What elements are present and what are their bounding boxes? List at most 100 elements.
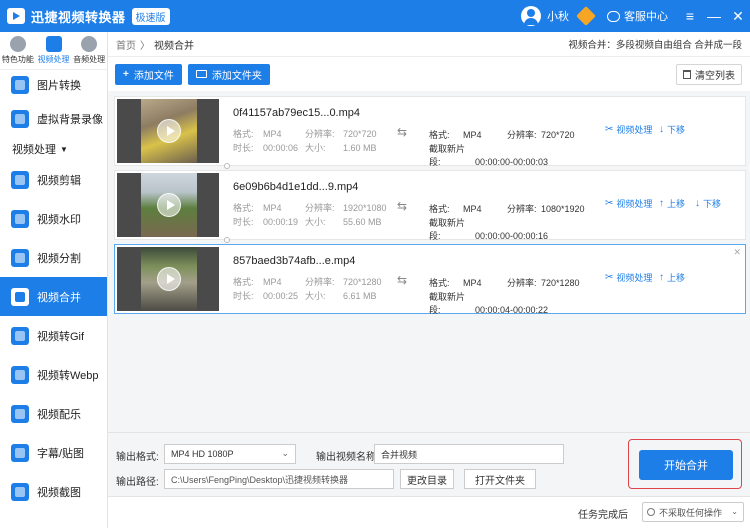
clip-range: 截取新片段: 00:00:00-00:00:16 [429, 216, 548, 242]
edition-badge: 极速版 [131, 7, 170, 25]
file-item[interactable]: 0f41157ab79ec15...0.mp4 格式: MP4 分辨率: 720*7… [114, 96, 746, 167]
sidebar-item-label: 视频转Gif [37, 330, 85, 343]
sidebar-item-to-gif[interactable]: 视频转Gif [0, 316, 107, 355]
after-task-label: 任务完成后 [578, 510, 628, 521]
arrow-up-icon: ↑ [659, 272, 664, 283]
scissors-icon [11, 170, 29, 189]
sidebar-item-label: 字幕/贴图 [37, 447, 85, 460]
change-directory-button[interactable]: 更改目录 [400, 469, 454, 489]
output-resolution-value: 1080*1920 [541, 204, 585, 214]
video-thumbnail[interactable] [117, 99, 219, 163]
output-name-input[interactable]: 合并视频 [374, 444, 564, 464]
close-icon[interactable]: ✕ [726, 0, 750, 32]
arrow-down-icon: ↓ [695, 198, 700, 209]
minimize-icon[interactable]: — [702, 0, 726, 32]
clip-range: 截取新片段: 00:00:04-00:00:22 [429, 290, 548, 316]
folder-icon [195, 70, 207, 78]
source-size-value: 6.61 MB [343, 291, 377, 301]
move-down-button[interactable]: ↓ 下移 [659, 123, 685, 136]
image-icon [11, 75, 29, 94]
source-duration-value: 00:00:06 [263, 143, 299, 153]
breadcrumb-separator: 〉 [140, 40, 150, 52]
sidebar-item-video-edit[interactable]: 视频剪辑 [0, 160, 107, 199]
sidebar-item-screenshot[interactable]: 视频截图 [0, 472, 107, 511]
sidebar-item-music[interactable]: 视频配乐 [0, 394, 107, 433]
play-icon[interactable] [157, 193, 181, 217]
username[interactable]: 小秋 [547, 8, 569, 24]
sidebar-item-subtitles[interactable]: 字幕/贴图 [0, 433, 107, 472]
video-process-button[interactable]: ✂ 视频处理 [605, 271, 652, 284]
resolution-label: 分辨率: [305, 277, 335, 287]
vip-icon[interactable] [576, 6, 596, 26]
source-format: 格式: MP4 [233, 201, 282, 214]
clear-list-label: 清空列表 [695, 70, 735, 82]
format-label: 格式: [233, 277, 254, 287]
sidebar-item-merge[interactable]: 视频合并 [0, 277, 107, 316]
sidebar-item-to-webp[interactable]: 视频转Webp [0, 355, 107, 394]
file-item[interactable]: 857baed3b74afb...e.mp4 格式: MP4 分辨率: 720*12… [114, 244, 746, 316]
user-avatar-icon[interactable] [521, 6, 541, 26]
resolution-label: 分辨率: [305, 129, 335, 139]
source-size-value: 1.60 MB [343, 143, 377, 153]
remove-item-icon[interactable]: ✕ [733, 247, 741, 258]
after-task-select[interactable]: 不采取任何操作 ⌄ [642, 502, 744, 522]
customer-service-button[interactable]: 客服中心 [607, 8, 668, 24]
video-process-label: 视频处理 [616, 273, 653, 283]
output-resolution: 分辨率: 720*1280 [507, 276, 580, 289]
plus-icon: + [123, 68, 129, 80]
sidebar-item-watermark[interactable]: 视频水印 [0, 199, 107, 238]
add-file-button[interactable]: + 添加文件 [115, 63, 182, 85]
move-down-label: 下移 [703, 199, 722, 209]
video-process-label: 视频处理 [616, 125, 653, 135]
start-merge-button[interactable]: 开始合并 [639, 450, 733, 480]
file-item[interactable]: 6e09b6b4d1e1dd...9.mp4 格式: MP4 分辨率: 1920*1… [114, 170, 746, 242]
resolution-label: 分辨率: [305, 203, 335, 213]
output-resolution-value: 720*1280 [541, 278, 580, 288]
open-folder-button[interactable]: 打开文件夹 [464, 469, 536, 489]
tab-label: 特色功能 [1, 55, 34, 64]
output-format-select[interactable]: MP4 HD 1080P ⌄ [164, 444, 296, 464]
add-folder-button[interactable]: 添加文件夹 [187, 63, 270, 85]
output-settings-panel: 输出格式: MP4 HD 1080P ⌄ 输出视频名称 合并视频 输出路径: C… [108, 432, 750, 496]
video-thumbnail[interactable] [117, 247, 219, 311]
tab-video-processing[interactable]: 视频处理 [36, 32, 72, 69]
clear-list-button[interactable]: 清空列表 [676, 63, 742, 85]
sidebar-section-label: 视频处理 [12, 144, 56, 156]
sidebar-item-split[interactable]: 视频分割 [0, 238, 107, 277]
sidebar-item-label: 视频配乐 [37, 408, 81, 421]
play-icon[interactable] [157, 267, 181, 291]
main-panel: 首页 〉 视频合并 视频合并：多段视频自由组合 合并成一段 + 添加文件 添加文… [108, 32, 750, 528]
play-icon[interactable] [157, 119, 181, 143]
format-label: 格式: [233, 203, 254, 213]
app-logo-icon [7, 8, 25, 24]
video-thumbnail[interactable] [117, 173, 219, 237]
breadcrumb-home[interactable]: 首页 [116, 37, 136, 52]
split-icon [11, 248, 29, 267]
tab-audio-processing[interactable]: 音频处理 [71, 32, 107, 69]
output-path-field[interactable]: C:\Users\FengPing\Desktop\迅捷视频转换器 [164, 469, 394, 489]
video-process-button[interactable]: ✂ 视频处理 [605, 123, 652, 136]
sidebar-section-video[interactable]: 视频处理 ▼ [0, 138, 107, 160]
customer-service-label: 客服中心 [624, 11, 668, 23]
app-title: 迅捷视频转换器 [31, 9, 126, 25]
output-format: 格式: MP4 [429, 128, 482, 141]
arrow-down-icon: ↓ [659, 124, 664, 135]
format-label: 格式: [429, 204, 450, 214]
move-up-button[interactable]: ↑ 上移 [659, 271, 685, 284]
sidebar-item-image-convert[interactable]: 图片转换 [0, 70, 107, 99]
convert-arrows-icon: ⇆ [397, 199, 408, 213]
source-resolution-value: 720*1280 [343, 277, 382, 287]
sidebar-item-label: 视频截图 [37, 486, 81, 499]
tab-featured[interactable]: 特色功能 [0, 32, 36, 69]
menu-icon[interactable]: ≡ [678, 0, 702, 32]
breadcrumb-current: 视频合并 [154, 40, 194, 52]
video-process-button[interactable]: ✂ 视频处理 [605, 197, 652, 210]
duration-label: 时长: [233, 291, 254, 301]
scissors-icon: ✂ [605, 272, 614, 283]
sidebar-item-virtual-background[interactable]: 虚拟背景录像 [0, 99, 107, 138]
move-down-button[interactable]: ↓ 下移 [695, 197, 721, 210]
audio-icon [81, 36, 98, 52]
arrow-up-icon: ↑ [659, 198, 664, 209]
move-up-button[interactable]: ↑ 上移 [659, 197, 685, 210]
scissors-icon: ✂ [605, 198, 614, 209]
